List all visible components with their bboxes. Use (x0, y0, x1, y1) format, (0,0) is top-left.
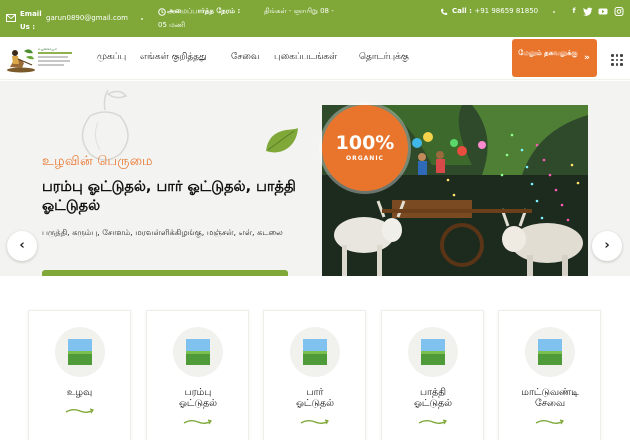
service-thumbnail (173, 327, 223, 377)
nav-item-about[interactable]: எங்கள் குறித்தது (140, 52, 207, 63)
field-image-icon (538, 339, 562, 365)
leaf-icon (266, 128, 298, 153)
squiggle-arrow-icon (183, 419, 212, 425)
organic-badge: 100% ORGANIC (322, 105, 408, 191)
squiggle-arrow-icon (65, 408, 94, 414)
badge-label: ORGANIC (346, 155, 384, 162)
phone-icon (441, 8, 448, 15)
logo-line (38, 56, 68, 58)
farmer-logo-icon (7, 49, 35, 73)
call-number[interactable]: +91 98659 81850 (474, 7, 538, 15)
service-thumbnail (55, 327, 105, 377)
service-label: பாத்தி ஓட்டுதல் (413, 387, 453, 409)
nav-item-gallery[interactable]: புகைப்படங்கள் (274, 52, 337, 63)
logo-line (38, 60, 70, 62)
facebook-icon[interactable]: f (569, 7, 579, 16)
more-info-button[interactable]: மேலும் தகவலுக்கு » (512, 39, 597, 77)
separator-dot (141, 18, 143, 20)
service-thumbnail (290, 327, 340, 377)
service-card[interactable]: பார் ஓட்டுதல் (263, 310, 366, 440)
service-thumbnail (525, 327, 575, 377)
email-label: Email Us : (20, 10, 42, 31)
service-card[interactable]: பரம்பு ஓட்டுதல் (146, 310, 249, 440)
squiggle-arrow-icon (535, 419, 564, 425)
field-image-icon (421, 339, 445, 365)
hours-days: திங்கள் - ஞாயிறு 08 - (264, 7, 334, 15)
nav-item-home[interactable]: முகப்பு (97, 52, 126, 63)
hours-time: 05 மணி (158, 21, 186, 29)
service-label: உழவு (66, 387, 93, 398)
call-label-text: Call : (452, 7, 472, 15)
field-image-icon (303, 339, 327, 365)
squiggle-arrow-icon (300, 419, 329, 425)
logo-line (38, 52, 72, 54)
nav-item-contact[interactable]: தொடர்புக்கு (359, 52, 409, 63)
slider-next-button[interactable]: › (592, 231, 622, 261)
more-info-label: மேலும் தகவலுக்கு (518, 49, 578, 57)
logo-text: உழவிசாயம் (38, 47, 57, 51)
main-navigation: உழவிசாயம் முகப்பு எங்கள் குறித்தது சேவை … (0, 37, 630, 80)
hours-label: அமைப்பார்த்த நேரம் : (167, 7, 241, 15)
menu-grid-icon[interactable] (611, 54, 623, 66)
hero-description: பருத்தி, கரும்பு, சோளம், மரவள்ளிக்கிழங்க… (42, 228, 283, 237)
email-link[interactable]: garun0890@gmail.com (46, 14, 128, 22)
service-card[interactable]: மாட்டுவண்டி சேவை (498, 310, 601, 440)
service-label: மாட்டுவண்டி சேவை (521, 387, 579, 409)
service-label: பரம்பு ஓட்டுதல் (178, 387, 218, 409)
slider-prev-button[interactable]: ‹ (7, 231, 37, 261)
separator-dot (553, 11, 555, 13)
badge-percent: 100% (335, 132, 395, 154)
service-label: பார் ஓட்டுதல் (295, 387, 335, 409)
chevron-left-icon: ‹ (19, 238, 25, 253)
call-label: Call : +91 98659 81850 (452, 7, 538, 15)
site-logo[interactable]: உழவிசாயம் (6, 45, 72, 73)
mail-icon (6, 14, 16, 22)
service-card[interactable]: பாத்தி ஓட்டுதல் (381, 310, 484, 440)
twitter-icon[interactable] (583, 7, 593, 16)
double-chevron-icon: » (584, 53, 590, 63)
logo-line (38, 64, 64, 66)
services-section: உழவு பரம்பு ஓட்டுதல் பார் ஓட்டுதல் பாத்த… (0, 276, 630, 440)
nav-item-services[interactable]: சேவை (231, 52, 260, 63)
squiggle-arrow-icon (418, 419, 447, 425)
clock-icon (158, 8, 166, 16)
service-thumbnail (408, 327, 458, 377)
youtube-icon[interactable] (598, 7, 608, 16)
top-bar: Email Us : garun0890@gmail.com அமைப்பார்… (0, 0, 630, 37)
instagram-icon[interactable] (614, 7, 624, 16)
hero-title: பரம்பு ஓட்டுதல், பார் ஓட்டுதல், பாத்தி ஓ… (42, 179, 296, 214)
service-card[interactable]: உழவு (28, 310, 131, 440)
field-image-icon (186, 339, 210, 365)
field-image-icon (68, 339, 92, 365)
hero-eyebrow: உழவின் பெருமை (42, 154, 153, 169)
hero-slider: உழவின் பெருமை பரம்பு ஓட்டுதல், பார் ஓட்ட… (0, 81, 630, 276)
chevron-right-icon: › (604, 238, 610, 253)
